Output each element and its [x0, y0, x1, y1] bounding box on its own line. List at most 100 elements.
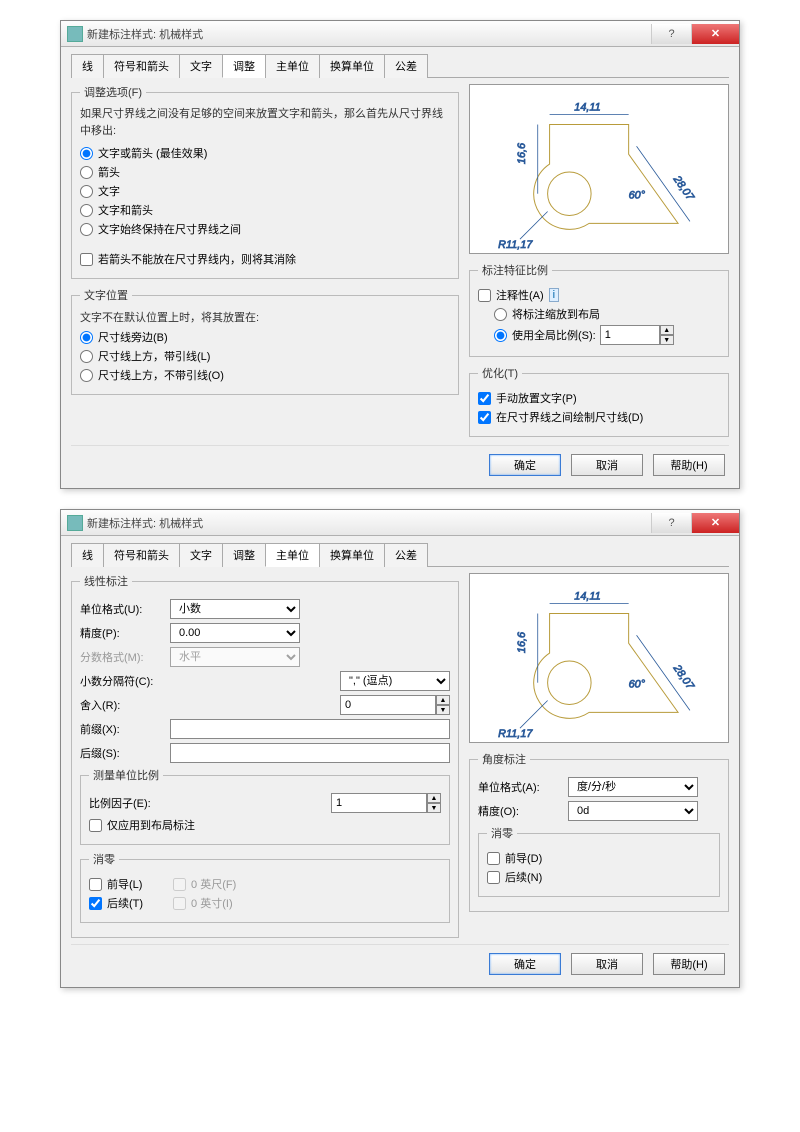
tab-symbols[interactable]: 符号和箭头	[103, 54, 180, 78]
help-button[interactable]: 帮助(H)	[653, 953, 725, 975]
zero-lead[interactable]: 前导(L)	[89, 876, 143, 892]
zero-inch-label: 0 英寸(I)	[191, 895, 233, 911]
zero-trail-label: 后续(T)	[107, 895, 143, 911]
spin-up[interactable]: ▲	[436, 695, 450, 705]
ok-button[interactable]: 确定	[489, 953, 561, 975]
zero-trail[interactable]: 后续(T)	[89, 895, 143, 911]
spin-down[interactable]: ▼	[660, 335, 674, 345]
angle-zero-trail-input[interactable]	[487, 871, 500, 884]
suffix-input[interactable]	[170, 743, 450, 763]
scale-annotative[interactable]: 注释性(A) i	[478, 287, 720, 303]
scale-annotative-label: 注释性(A)	[496, 287, 544, 303]
svg-text:16,6: 16,6	[516, 142, 528, 164]
tab-tol[interactable]: 公差	[384, 54, 428, 78]
spin-up[interactable]: ▲	[427, 793, 441, 803]
spin-down[interactable]: ▼	[427, 803, 441, 813]
tp-beside[interactable]: 尺寸线旁边(B)	[80, 329, 450, 345]
tp-beside-label: 尺寸线旁边(B)	[98, 329, 168, 345]
tab-symbols[interactable]: 符号和箭头	[103, 543, 180, 567]
cancel-button[interactable]: 取消	[571, 454, 643, 476]
fit-radio-arrows[interactable]: 箭头	[80, 164, 450, 180]
fit-radio-both[interactable]: 文字和箭头	[80, 202, 450, 218]
angle-zero-trail[interactable]: 后续(N)	[487, 869, 711, 885]
scale-annotative-input[interactable]	[478, 289, 491, 302]
zero-suppress-group: 消零 前导(L) 后续(T) 0 英尺(F) 0 英寸(I)	[80, 851, 450, 923]
layout-only-label: 仅应用到布局标注	[107, 817, 195, 833]
fit-radio-best-input[interactable]	[80, 147, 93, 160]
factor-label: 比例因子(E):	[89, 795, 179, 811]
cancel-button[interactable]: 取消	[571, 953, 643, 975]
opt-manual-input[interactable]	[478, 392, 491, 405]
suffix-label: 后缀(S):	[80, 745, 170, 761]
help-button[interactable]: ?	[651, 513, 691, 533]
help-button[interactable]: ?	[651, 24, 691, 44]
round-input[interactable]	[340, 695, 436, 715]
scale-layout-input[interactable]	[494, 308, 507, 321]
scale-global[interactable]: 使用全局比例(S):	[494, 327, 596, 343]
fit-radio-arrows-input[interactable]	[80, 166, 93, 179]
angle-unit-select[interactable]: 度/分/秒	[568, 777, 698, 797]
fit-radio-both-input[interactable]	[80, 204, 93, 217]
fit-radio-best[interactable]: 文字或箭头 (最佳效果)	[80, 145, 450, 161]
help-button[interactable]: 帮助(H)	[653, 454, 725, 476]
tp-over-noleader[interactable]: 尺寸线上方，不带引线(O)	[80, 367, 450, 383]
dec-sep-select[interactable]: "," (逗点)	[340, 671, 450, 691]
opt-drawdim[interactable]: 在尺寸界线之间绘制尺寸线(D)	[478, 409, 720, 425]
tab-text[interactable]: 文字	[179, 54, 223, 78]
tab-fit[interactable]: 调整	[222, 54, 266, 78]
spin-up[interactable]: ▲	[660, 325, 674, 335]
fit-radio-keep[interactable]: 文字始终保持在尺寸界线之间	[80, 221, 450, 237]
opt-manual[interactable]: 手动放置文字(P)	[478, 390, 720, 406]
fit-radio-text[interactable]: 文字	[80, 183, 450, 199]
unit-format-label: 单位格式(U):	[80, 601, 170, 617]
scale-global-input[interactable]	[494, 329, 507, 342]
tp-over-leader[interactable]: 尺寸线上方，带引线(L)	[80, 348, 450, 364]
layout-only-input[interactable]	[89, 819, 102, 832]
svg-text:60°: 60°	[629, 190, 646, 202]
ok-button[interactable]: 确定	[489, 454, 561, 476]
scale-layout[interactable]: 将标注缩放到布局	[494, 306, 720, 322]
tp-beside-input[interactable]	[80, 331, 93, 344]
tab-tol[interactable]: 公差	[384, 543, 428, 567]
spin-down[interactable]: ▼	[436, 705, 450, 715]
tab-text[interactable]: 文字	[179, 543, 223, 567]
fit-suppress-arrows-input[interactable]	[80, 253, 93, 266]
titlebar: 新建标注样式: 机械样式 ? ✕	[61, 510, 739, 536]
opt-drawdim-label: 在尺寸界线之间绘制尺寸线(D)	[496, 409, 643, 425]
preview-pane: 14,11 16,6 28,07 60° R11,17	[469, 84, 729, 254]
tp-over-leader-input[interactable]	[80, 350, 93, 363]
round-label: 舍入(R):	[80, 697, 170, 713]
layout-only[interactable]: 仅应用到布局标注	[89, 817, 441, 833]
tab-line[interactable]: 线	[71, 54, 104, 78]
tab-line[interactable]: 线	[71, 543, 104, 567]
tab-primary[interactable]: 主单位	[265, 54, 320, 78]
angle-zero-lead-input[interactable]	[487, 852, 500, 865]
svg-text:16,6: 16,6	[516, 631, 528, 653]
scale-global-value[interactable]	[600, 325, 660, 345]
fit-suppress-arrows[interactable]: 若箭头不能放在尺寸界线内，则将其消除	[80, 251, 450, 267]
tab-fit[interactable]: 调整	[222, 543, 266, 567]
fit-radio-text-input[interactable]	[80, 185, 93, 198]
prefix-input[interactable]	[170, 719, 450, 739]
fit-radio-best-label: 文字或箭头 (最佳效果)	[98, 145, 207, 161]
angle-zero-lead[interactable]: 前导(D)	[487, 850, 711, 866]
zero-feet-label: 0 英尺(F)	[191, 876, 236, 892]
close-button[interactable]: ✕	[691, 513, 739, 533]
tab-primary[interactable]: 主单位	[265, 543, 320, 567]
factor-input[interactable]	[331, 793, 427, 813]
dialog-footer: 确定 取消 帮助(H)	[71, 445, 729, 478]
zero-trail-input[interactable]	[89, 897, 102, 910]
unit-format-select[interactable]: 小数	[170, 599, 300, 619]
precision-select[interactable]: 0.00	[170, 623, 300, 643]
tab-alt[interactable]: 换算单位	[319, 543, 385, 567]
linear-group: 线性标注 单位格式(U):小数 精度(P):0.00 分数格式(M):水平 小数…	[71, 573, 459, 938]
precision-label: 精度(P):	[80, 625, 170, 641]
close-button[interactable]: ✕	[691, 24, 739, 44]
angle-prec-select[interactable]: 0d	[568, 801, 698, 821]
opt-drawdim-input[interactable]	[478, 411, 491, 424]
tab-alt[interactable]: 换算单位	[319, 54, 385, 78]
tp-over-noleader-input[interactable]	[80, 369, 93, 382]
angle-zero-group: 消零 前导(D) 后续(N)	[478, 825, 720, 897]
zero-lead-input[interactable]	[89, 878, 102, 891]
fit-radio-keep-input[interactable]	[80, 223, 93, 236]
